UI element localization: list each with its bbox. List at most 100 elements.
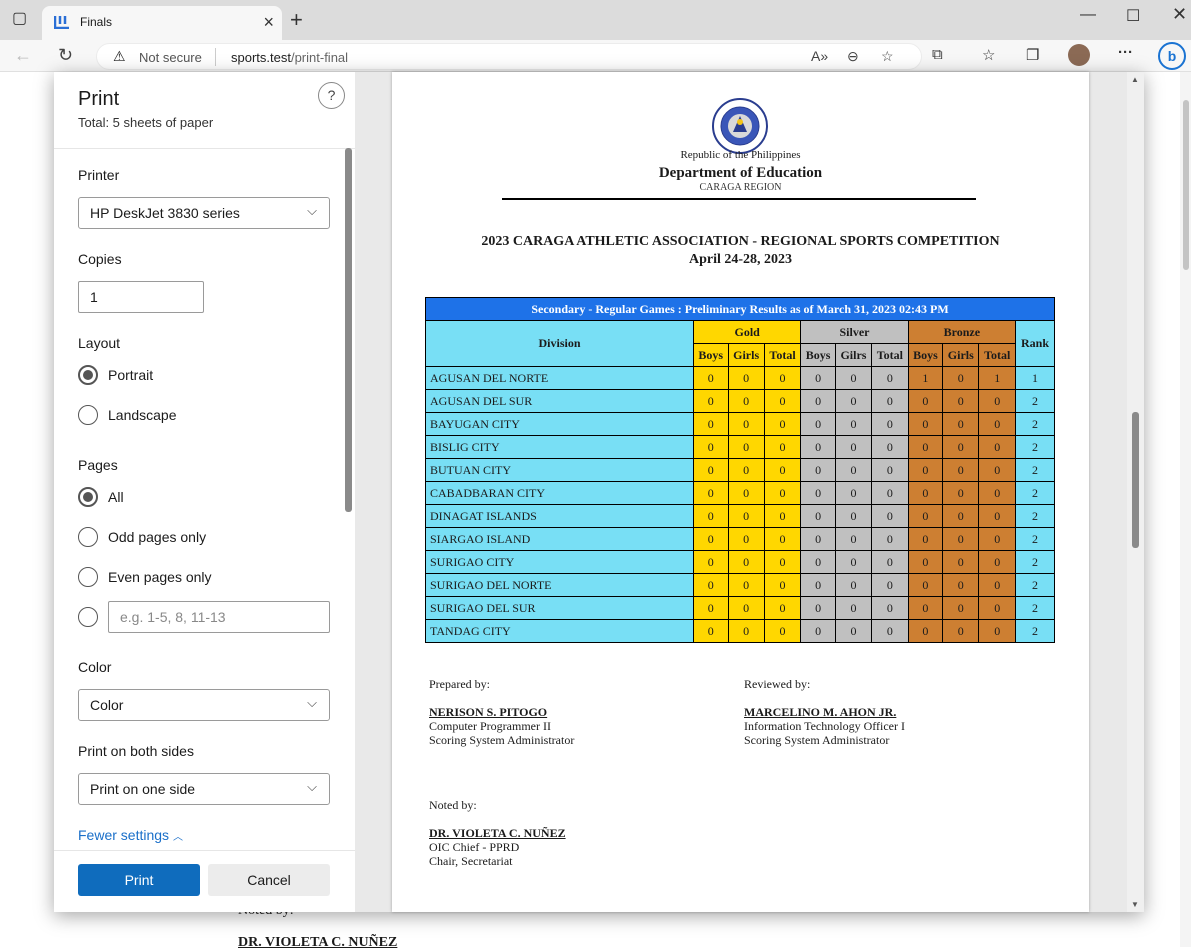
even-pages-label[interactable]: Even pages only	[108, 569, 212, 585]
color-value: Color	[90, 697, 124, 713]
preview-scrollbar[interactable]: ▲ ▼	[1127, 72, 1144, 912]
gold-cell: 0	[727, 596, 765, 620]
reviewed-block: Reviewed by: MARCELINO M. AHON JR. Infor…	[744, 677, 905, 747]
table-row: CABADBARAN CITY 0 0 0 0 0 0 0 0 0 2	[425, 481, 1056, 505]
chevron-down-icon: ⌵	[307, 779, 317, 794]
tab-actions-icon[interactable]: ▢	[12, 8, 27, 28]
bronze-cell: 0	[942, 481, 980, 505]
bronze-cell: 0	[907, 550, 944, 574]
security-label[interactable]: Not secure	[139, 50, 202, 65]
new-tab-icon[interactable]: +	[290, 7, 303, 33]
odd-pages-label[interactable]: Odd pages only	[108, 529, 206, 545]
gold-cell: 0	[693, 504, 729, 528]
fewer-settings-link[interactable]: Fewer settings ︿	[78, 827, 183, 843]
rank-cell: 2	[1014, 596, 1056, 620]
browser-tab[interactable]: Finals ×	[42, 6, 282, 40]
gold-cell: 0	[763, 550, 802, 574]
silver-cell: 0	[834, 458, 873, 482]
rank-cell: 2	[1014, 527, 1056, 551]
duplex-select[interactable]: Print on one side ⌵	[78, 773, 330, 805]
rank-cell: 2	[1014, 550, 1056, 574]
landscape-label[interactable]: Landscape	[108, 407, 177, 423]
gold-cell: 0	[693, 481, 729, 505]
collections-icon[interactable]: ❐	[1026, 46, 1039, 64]
settings-scrollbar[interactable]	[345, 148, 352, 512]
silver-cell: 0	[834, 366, 873, 390]
bronze-cell: 0	[942, 619, 980, 643]
extensions-icon[interactable]: ⧉	[932, 46, 943, 63]
landscape-radio[interactable]	[78, 405, 98, 425]
division-cell: BAYUGAN CITY	[425, 412, 694, 436]
portrait-radio[interactable]	[78, 365, 98, 385]
more-menu-icon[interactable]: ···	[1118, 44, 1133, 61]
rank-header: Rank	[1014, 320, 1056, 367]
portrait-label[interactable]: Portrait	[108, 367, 153, 383]
printer-select[interactable]: HP DeskJet 3830 series ⌵	[78, 197, 330, 229]
silver-cell: 0	[800, 527, 836, 551]
silver-cell: 0	[871, 366, 909, 390]
back-icon[interactable]: ←	[14, 45, 32, 66]
rank-cell: 2	[1014, 504, 1056, 528]
help-icon[interactable]: ?	[318, 82, 345, 109]
page-scrollbar[interactable]	[1180, 72, 1191, 947]
silver-cell: 0	[834, 481, 873, 505]
bronze-cell: 0	[978, 504, 1016, 528]
minimize-icon[interactable]: —	[1080, 6, 1096, 24]
silver-cell: 0	[871, 504, 909, 528]
silver-cell: 0	[871, 412, 909, 436]
preview-scrollbar-thumb[interactable]	[1132, 412, 1139, 548]
all-pages-radio[interactable]	[78, 487, 98, 507]
cancel-button[interactable]: Cancel	[208, 864, 330, 896]
results-body: AGUSAN DEL NORTE 0 0 0 0 0 0 1 0 1 1 AGUSAN DEL SUR…	[425, 366, 1056, 643]
zoom-icon[interactable]: ⊖	[847, 48, 859, 65]
layout-label: Layout	[78, 335, 121, 351]
close-tab-icon[interactable]: ×	[263, 12, 274, 33]
custom-pages-radio[interactable]	[78, 607, 98, 627]
silver-cell: 0	[800, 481, 836, 505]
gold-cell: 0	[763, 389, 802, 413]
division-header: Division	[425, 320, 694, 367]
preview-page: Republic of the Philippines Department o…	[392, 72, 1089, 912]
read-aloud-icon[interactable]: A»	[811, 48, 828, 64]
department-label: Department of Education	[658, 165, 823, 181]
bronze-cell: 0	[978, 596, 1016, 620]
gold-cell: 0	[727, 573, 765, 597]
gold-cell: 0	[763, 504, 802, 528]
close-window-icon[interactable]: ✕	[1172, 4, 1187, 25]
silver-cell: 0	[800, 550, 836, 574]
silver-cell: 0	[871, 596, 909, 620]
silver-cell: 0	[834, 389, 873, 413]
maximize-icon[interactable]: ☐	[1126, 6, 1140, 26]
competition-title: 2023 CARAGA ATHLETIC ASSOCIATION - REGIO…	[481, 234, 1000, 267]
copies-input[interactable]: 1	[78, 281, 204, 313]
gold-cell: 0	[763, 435, 802, 459]
even-pages-radio[interactable]	[78, 567, 98, 587]
print-button[interactable]: Print	[78, 864, 200, 896]
silver-cell: 0	[834, 435, 873, 459]
header-divider	[54, 148, 355, 149]
scroll-up-icon[interactable]: ▲	[1131, 75, 1139, 84]
table-caption: Secondary - Regular Games : Preliminary …	[425, 297, 1055, 321]
avatar[interactable]	[1068, 44, 1090, 66]
refresh-icon[interactable]: ↻	[58, 45, 73, 66]
bronze-cell: 0	[942, 504, 980, 528]
gold-cell: 0	[727, 366, 765, 390]
printer-label: Printer	[78, 167, 120, 183]
address-bar[interactable]: ⚠ Not secure sports.test/print-final A» …	[96, 43, 922, 70]
rank-cell: 2	[1014, 619, 1056, 643]
page-scrollbar-thumb[interactable]	[1183, 100, 1189, 270]
color-select[interactable]: Color ⌵	[78, 689, 330, 721]
bing-icon[interactable]: b	[1158, 42, 1186, 70]
url-text[interactable]: sports.test/print-final	[231, 50, 348, 65]
all-pages-label[interactable]: All	[108, 489, 124, 505]
favorites-icon[interactable]: ☆	[982, 46, 995, 64]
scroll-down-icon[interactable]: ▼	[1131, 900, 1139, 909]
tab-title: Finals	[80, 15, 113, 29]
favorite-add-icon[interactable]: ☆	[881, 48, 894, 65]
warning-icon[interactable]: ⚠	[113, 48, 126, 65]
bronze-cell: 0	[907, 527, 944, 551]
odd-pages-radio[interactable]	[78, 527, 98, 547]
page-range-input[interactable]: e.g. 1-5, 8, 11-13	[108, 601, 330, 633]
silver-total-header: Total	[871, 343, 909, 367]
bronze-boys-header: Boys	[907, 343, 944, 367]
